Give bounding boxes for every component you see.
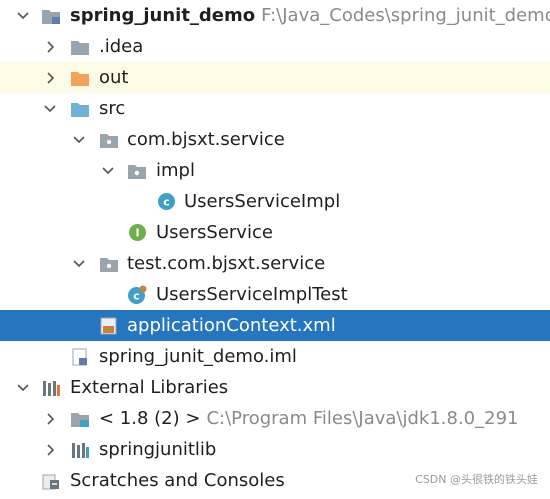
tree-row-iml[interactable]: spring_junit_demo.iml (0, 341, 550, 372)
tree-row-class-test[interactable]: c UsersServiceImplTest (0, 279, 550, 310)
chevron-down-icon[interactable] (70, 248, 88, 279)
test-class-icon: c (127, 285, 147, 304)
watermark-text: CSDN @头很铁的铁头娃 (415, 473, 538, 486)
tree-row-pkg-impl[interactable]: impl (0, 155, 550, 186)
tree-row-jdk[interactable]: < 1.8 (2) > C:\Program Files\Java\jdk1.8.… (0, 403, 550, 434)
tree-label-iml: spring_junit_demo.iml (99, 346, 297, 367)
svg-text:c: c (133, 289, 140, 302)
tree-row-pkg-test[interactable]: test.com.bjsxt.service (0, 248, 550, 279)
tree-label-pkg-service: com.bjsxt.service (127, 129, 285, 150)
tree-label-jdk: < 1.8 (2) > C:\Program Files\Java\jdk1.8.… (99, 408, 519, 429)
module-folder-icon (41, 6, 61, 25)
chevron-right-icon[interactable] (41, 403, 59, 434)
tree-label-pkg-test: test.com.bjsxt.service (127, 253, 326, 274)
folder-icon (70, 99, 90, 118)
chevron-down-icon[interactable] (41, 93, 59, 124)
package-icon (99, 130, 119, 149)
chevron-right-icon[interactable] (41, 31, 59, 62)
chevron-down-icon[interactable] (70, 124, 88, 155)
tree-label-scratches: Scratches and Consoles (70, 470, 285, 491)
tree-label-interface-service: UsersService (156, 222, 273, 243)
tree-label-out: out (99, 67, 129, 88)
svg-text:I: I (135, 227, 139, 240)
jdk-icon (70, 409, 90, 428)
chevron-down-icon[interactable] (14, 0, 32, 31)
tree-row-idea[interactable]: .idea (0, 31, 550, 62)
package-icon (127, 161, 147, 180)
class-icon: c (156, 192, 176, 211)
tree-row-external-libraries[interactable]: External Libraries (0, 372, 550, 403)
jdk-path-text: C:\Program Files\Java\jdk1.8.0_291 (206, 408, 519, 429)
tree-row-out[interactable]: out (0, 62, 550, 93)
library-icon (70, 440, 90, 459)
tree-row-interface-service[interactable]: I UsersService (0, 217, 550, 248)
tree-row-class-impl[interactable]: c UsersServiceImpl (0, 186, 550, 217)
chevron-down-icon[interactable] (99, 155, 117, 186)
tree-row-pkg-service[interactable]: com.bjsxt.service (0, 124, 550, 155)
tree-label-external-libraries: External Libraries (70, 377, 229, 398)
folder-icon (70, 37, 90, 56)
tree-label-class-test: UsersServiceImplTest (156, 284, 348, 305)
tree-row-springjunitlib[interactable]: springjunitlib (0, 434, 550, 465)
folder-icon (70, 68, 90, 87)
tree-label-app-context: applicationContext.xml (127, 315, 336, 336)
tree-row-src[interactable]: src (0, 93, 550, 124)
spring-xml-icon (99, 316, 119, 335)
tree-label-springjunitlib: springjunitlib (99, 439, 217, 460)
libraries-icon (41, 378, 61, 397)
package-icon (99, 254, 119, 273)
tree-label-class-impl: UsersServiceImpl (184, 191, 341, 212)
tree-label-idea: .idea (99, 36, 144, 57)
tree-label-root: spring_junit_demo F:\Java_Codes\spring_ju… (70, 0, 550, 31)
interface-icon: I (127, 223, 147, 242)
svg-text:c: c (163, 196, 170, 209)
root-path-text: F:\Java_Codes\spring_junit_demo (261, 5, 550, 26)
tree-label-pkg-impl: impl (156, 160, 195, 181)
chevron-right-icon[interactable] (41, 62, 59, 93)
tree-label-src: src (99, 98, 126, 119)
tree-row-root[interactable]: spring_junit_demo F:\Java_Codes\spring_ju… (0, 0, 550, 31)
chevron-right-icon[interactable] (41, 434, 59, 465)
chevron-down-icon[interactable] (14, 372, 32, 403)
tree-row-app-context[interactable]: applicationContext.xml (0, 310, 550, 341)
iml-file-icon (70, 347, 90, 366)
scratches-icon (41, 471, 61, 490)
